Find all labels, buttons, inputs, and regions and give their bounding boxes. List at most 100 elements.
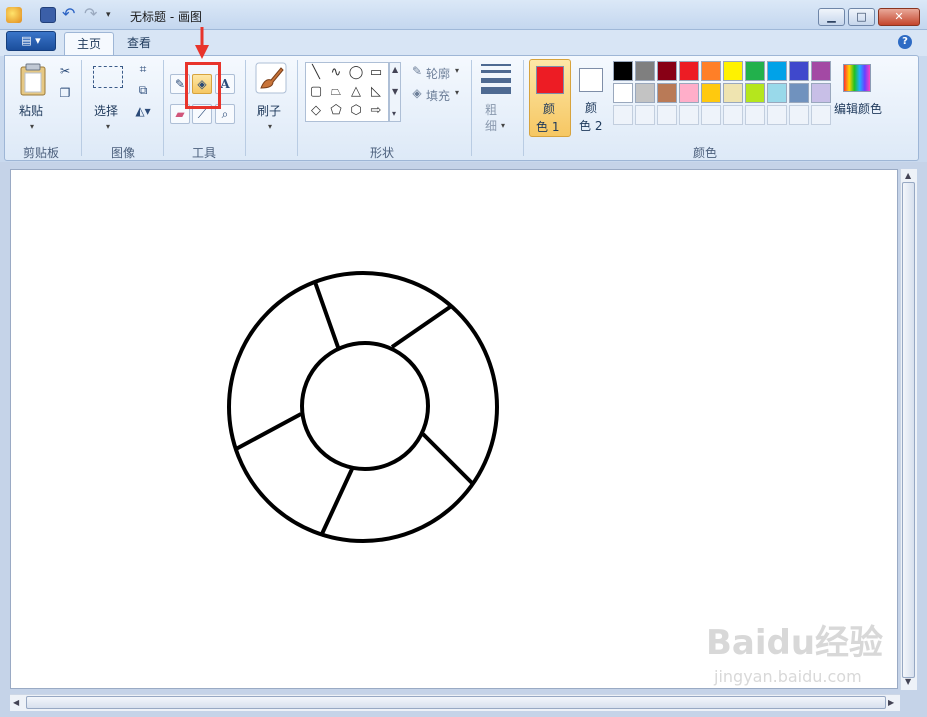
size-label: 粗细 — [485, 103, 498, 133]
palette-swatch[interactable] — [745, 83, 765, 103]
palette-swatch[interactable] — [613, 83, 633, 103]
clipboard-group-label: 剪贴板 — [23, 146, 60, 160]
palette-swatch[interactable] — [767, 83, 787, 103]
palette-swatch[interactable] — [811, 83, 831, 103]
color1-button[interactable]: 颜 色 1 — [529, 59, 571, 137]
custom-color-slot[interactable] — [657, 105, 677, 125]
triangle-shape-icon[interactable]: △ — [347, 83, 365, 101]
tab-view[interactable]: 查看 — [115, 32, 163, 56]
save-icon[interactable] — [40, 7, 56, 23]
divider-line — [235, 412, 302, 451]
cut-icon[interactable]: ✂ — [55, 62, 75, 82]
gallery-down-icon[interactable]: ▼ — [392, 87, 398, 96]
custom-color-slot[interactable] — [789, 105, 809, 125]
shapes-gallery[interactable]: ╲ ∿ ◯ ▭ ▢ ⏢ △ ◺ ◇ ⬠ ⬡ ⇨ — [305, 62, 389, 122]
palette-swatch[interactable] — [789, 83, 809, 103]
title-bar: ↶ ↷ ▾ 无标题 - 画图 ▁ □ ✕ — [0, 0, 927, 30]
custom-color-slot[interactable] — [745, 105, 765, 125]
fill-icon[interactable]: ◈ — [407, 84, 427, 104]
window-title: 无标题 - 画图 — [130, 10, 202, 24]
annotation-highlight-box — [185, 62, 221, 109]
custom-color-slot[interactable] — [701, 105, 721, 125]
hexagon-shape-icon[interactable]: ⬡ — [347, 102, 365, 120]
palette-swatch[interactable] — [745, 61, 765, 81]
palette-swatch[interactable] — [657, 61, 677, 81]
group-separator — [297, 60, 298, 156]
palette-swatch[interactable] — [679, 83, 699, 103]
color2-swatch — [579, 68, 603, 92]
app-menu-button[interactable]: ▤ ▾ — [6, 31, 56, 51]
rectangle-shape-icon[interactable]: ▭ — [367, 64, 385, 82]
copy-icon[interactable]: ❐ — [55, 84, 75, 104]
rotate-icon[interactable]: ◭▾ — [133, 102, 153, 122]
shapes-gallery-scroll[interactable]: ▲ ▼ ▾ — [389, 62, 401, 122]
paste-dropdown-icon: ▾ — [30, 122, 35, 131]
color1-swatch — [536, 66, 564, 94]
edit-colors-icon[interactable] — [843, 64, 871, 92]
horizontal-scroll-thumb[interactable] — [26, 696, 886, 709]
palette-swatch[interactable] — [701, 61, 721, 81]
vertical-scroll-thumb[interactable] — [902, 182, 915, 678]
palette-swatch[interactable] — [679, 61, 699, 81]
scroll-left-icon[interactable]: ◀ — [13, 698, 19, 707]
palette-swatch[interactable] — [635, 61, 655, 81]
line-shape-icon[interactable]: ╲ — [307, 64, 325, 82]
pentagon-shape-icon[interactable]: ⬠ — [327, 102, 345, 120]
arrow-shape-icon[interactable]: ⇨ — [367, 102, 385, 120]
palette-swatch[interactable] — [701, 83, 721, 103]
fill-label[interactable]: 填充 — [426, 87, 450, 104]
custom-color-slot[interactable] — [613, 105, 633, 125]
palette-swatch[interactable] — [635, 83, 655, 103]
palette-swatch[interactable] — [723, 83, 743, 103]
customize-quick-access-icon[interactable]: ▾ — [106, 7, 122, 23]
palette-swatch[interactable] — [657, 83, 677, 103]
crop-icon[interactable]: ⌗ — [133, 60, 153, 80]
undo-icon[interactable]: ↶ — [62, 6, 78, 23]
inner-circle — [300, 341, 430, 471]
size-dropdown-icon: ▾ — [501, 121, 506, 130]
scroll-up-icon[interactable]: ▲ — [905, 171, 911, 180]
scroll-down-icon[interactable]: ▼ — [905, 677, 911, 686]
gallery-up-icon[interactable]: ▲ — [392, 65, 398, 74]
curve-shape-icon[interactable]: ∿ — [327, 64, 345, 82]
color1-label-top: 颜 — [543, 102, 556, 116]
custom-color-slot[interactable] — [767, 105, 787, 125]
palette-swatch[interactable] — [723, 61, 743, 81]
outline-label[interactable]: 轮廓 — [426, 65, 450, 82]
redo-icon[interactable]: ↷ — [84, 6, 100, 23]
paint-app-icon[interactable] — [6, 7, 22, 23]
custom-color-slot[interactable] — [723, 105, 743, 125]
polygon-shape-icon[interactable]: ⏢ — [327, 83, 345, 101]
help-icon[interactable]: ? — [898, 35, 912, 49]
palette-swatch[interactable] — [789, 61, 809, 81]
resize-icon[interactable]: ⧉ — [133, 81, 153, 101]
select-rectangle-icon — [93, 66, 123, 88]
watermark-sub: jingyan.baidu.com — [714, 667, 862, 686]
palette-swatch[interactable] — [767, 61, 787, 81]
custom-color-slot[interactable] — [679, 105, 699, 125]
right-triangle-shape-icon[interactable]: ◺ — [367, 83, 385, 101]
gallery-expand-icon[interactable]: ▾ — [392, 109, 396, 118]
outline-icon[interactable]: ✎ — [407, 62, 427, 82]
brushes-button[interactable]: 刷子 ▾ — [251, 60, 291, 136]
group-separator — [163, 60, 164, 156]
maximize-button[interactable]: □ — [848, 8, 875, 26]
drawing-canvas[interactable] — [10, 169, 898, 689]
divider-line — [421, 432, 474, 485]
custom-color-slot[interactable] — [811, 105, 831, 125]
palette-swatch[interactable] — [613, 61, 633, 81]
palette-swatch[interactable] — [811, 61, 831, 81]
rounded-rectangle-shape-icon[interactable]: ▢ — [307, 83, 325, 101]
size-button[interactable]: 粗细 ▾ — [477, 60, 517, 136]
select-button[interactable]: 选择 ▾ — [89, 60, 129, 136]
scroll-right-icon[interactable]: ▶ — [888, 698, 894, 707]
color2-button[interactable]: 颜 色 2 — [575, 59, 617, 137]
custom-color-slot[interactable] — [635, 105, 655, 125]
diamond-shape-icon[interactable]: ◇ — [307, 102, 325, 120]
oval-shape-icon[interactable]: ◯ — [347, 64, 365, 82]
tab-home[interactable]: 主页 — [64, 32, 115, 56]
paste-button[interactable]: 粘贴 ▾ — [13, 60, 53, 136]
minimize-button[interactable]: ▁ — [818, 8, 845, 26]
edit-colors-label[interactable]: 编辑颜色 — [834, 100, 882, 117]
close-button[interactable]: ✕ — [878, 8, 920, 26]
